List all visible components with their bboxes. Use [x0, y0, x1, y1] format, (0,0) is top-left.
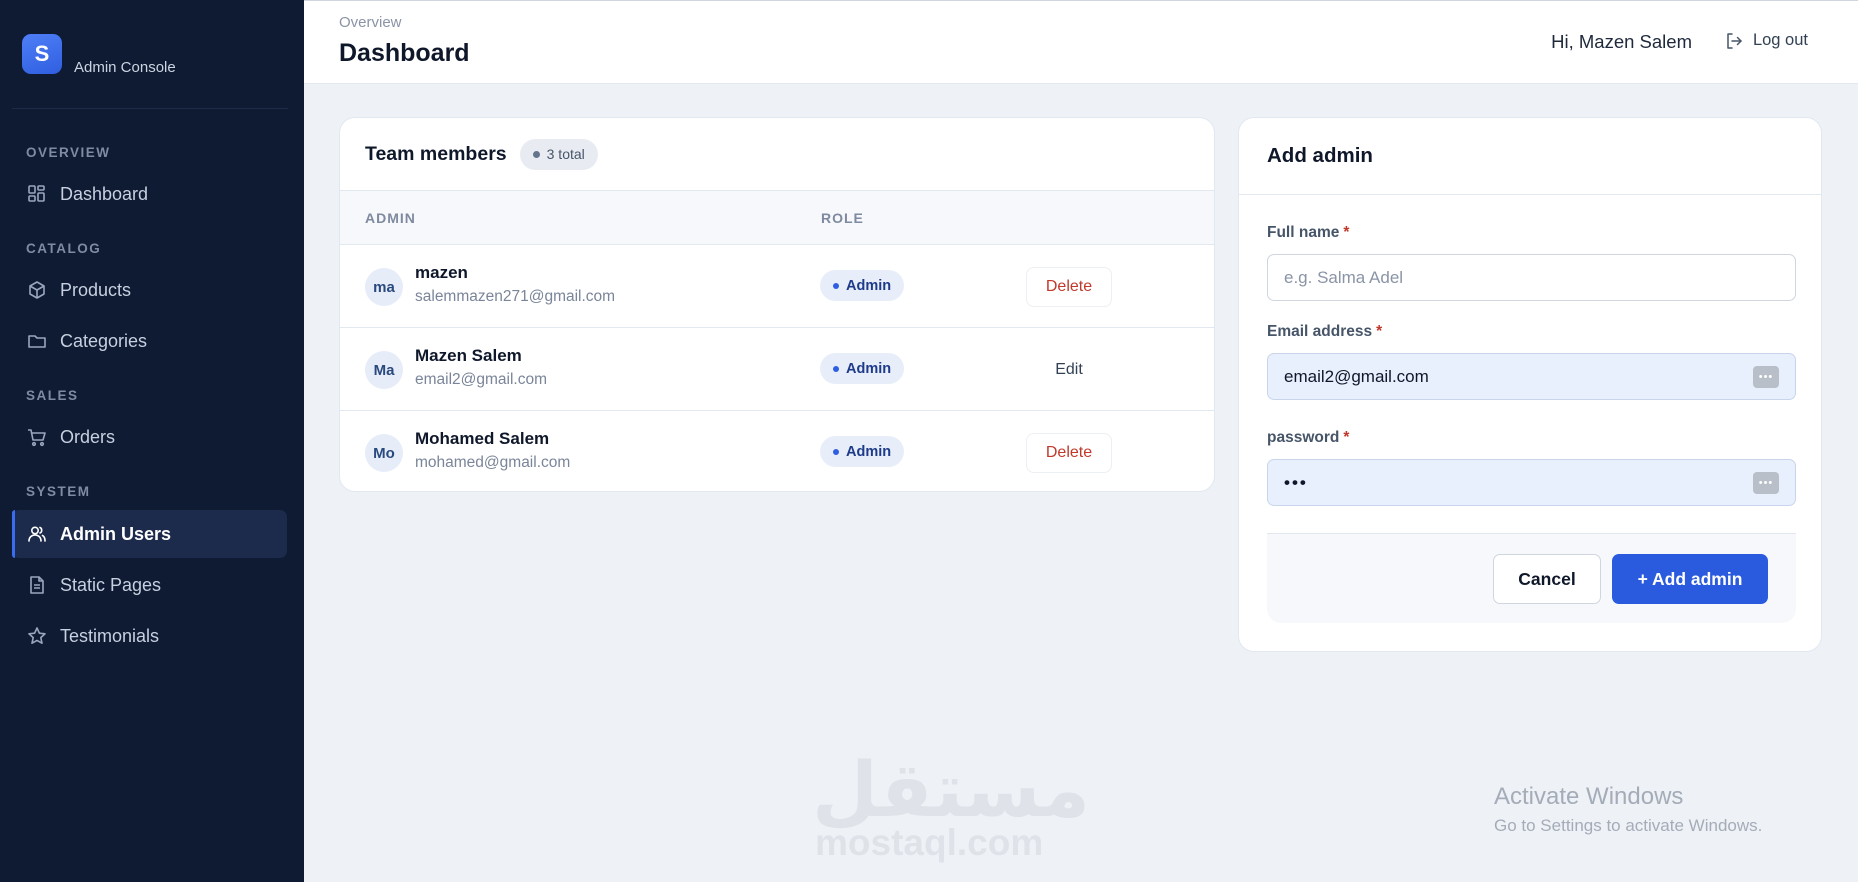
sidebar-item-static-pages[interactable]: Static Pages: [12, 561, 287, 609]
avatar: ma: [365, 268, 403, 306]
edit-button[interactable]: Edit: [1026, 350, 1112, 390]
role-dot-icon: [833, 448, 839, 455]
sidebar-item-label: Static Pages: [60, 574, 162, 595]
sidebar-item-categories[interactable]: Categories: [12, 317, 287, 365]
admin-email: salemmazen271@gmail.com: [415, 288, 616, 305]
full-name-label-text: Full name: [1267, 224, 1340, 241]
sidebar-item-products[interactable]: Products: [12, 266, 287, 314]
team-members-card: Team members 3 total ADMIN ROLE ma mazen…: [339, 117, 1215, 492]
avatar: Ma: [365, 351, 403, 389]
cancel-button[interactable]: Cancel: [1493, 554, 1601, 604]
column-header-role: ROLE: [821, 210, 864, 226]
add-admin-card: Add admin Full name * e.g. Salma Adel Ema…: [1238, 117, 1822, 652]
add-admin-button[interactable]: + Add admin: [1612, 554, 1768, 604]
sidebar: S Admin Console OVERVIEW Dashboard CATAL…: [0, 0, 304, 882]
page-title: Dashboard: [339, 39, 470, 67]
sidebar-item-label: Orders: [60, 426, 116, 447]
role-label: Admin: [846, 443, 892, 460]
admin-email: mohamed@gmail.com: [415, 454, 571, 471]
admin-email: email2@gmail.com: [415, 371, 548, 388]
required-marker: *: [1343, 429, 1350, 446]
nav-section-catalog: CATALOG: [26, 241, 102, 256]
role-badge: Admin: [820, 353, 905, 384]
role-label: Admin: [846, 360, 892, 377]
nav-section-overview: OVERVIEW: [26, 145, 111, 160]
top-bar: Overview Dashboard Hi, Mazen Salem Log o…: [304, 0, 1858, 84]
password-manager-icon[interactable]: •••: [1753, 366, 1779, 388]
admin-name: Mohamed Salem: [415, 429, 550, 448]
sidebar-item-label: Products: [60, 279, 132, 300]
folder-icon: [26, 330, 48, 352]
document-icon: [26, 574, 48, 596]
form-actions: Cancel + Add admin: [1267, 533, 1796, 623]
watermark-latin: mostaql.com: [815, 822, 1044, 863]
full-name-placeholder: e.g. Salma Adel: [1284, 267, 1404, 287]
email-label: Email address *: [1267, 323, 1382, 341]
total-count-badge: 3 total: [519, 138, 598, 170]
role-badge: Admin: [820, 436, 905, 467]
team-card-header: Team members 3 total: [340, 118, 1214, 191]
user-greeting: Hi, Mazen Salem: [1551, 31, 1692, 52]
role-badge: Admin: [820, 270, 905, 301]
avatar: Mo: [365, 434, 403, 472]
admin-name: Mazen Salem: [415, 346, 522, 365]
sidebar-item-label: Admin Users: [60, 523, 172, 544]
logout-icon: [1725, 32, 1743, 50]
logout-label: Log out: [1752, 31, 1808, 49]
grid-icon: [26, 183, 48, 205]
brand[interactable]: S Admin Console: [22, 34, 176, 76]
cart-icon: [26, 426, 48, 448]
users-icon: [26, 523, 48, 545]
full-name-label: Full name *: [1267, 224, 1349, 242]
delete-button[interactable]: Delete: [1026, 267, 1112, 307]
password-value: •••: [1284, 472, 1308, 492]
table-header: ADMIN ROLE: [340, 191, 1214, 245]
column-header-admin: ADMIN: [365, 210, 416, 226]
password-manager-icon[interactable]: •••: [1753, 472, 1779, 494]
email-value: email2@gmail.com: [1284, 366, 1429, 386]
activate-windows-title: Activate Windows: [1494, 783, 1684, 810]
badge-dot-icon: [532, 150, 540, 158]
sidebar-item-testimonials[interactable]: Testimonials: [12, 612, 287, 660]
sidebar-item-label: Testimonials: [60, 625, 160, 646]
role-dot-icon: [833, 282, 839, 289]
team-card-title: Team members: [365, 142, 507, 165]
table-row: Ma Mazen Salem email2@gmail.com Admin Ed…: [340, 328, 1214, 411]
sidebar-item-admin-users[interactable]: Admin Users: [12, 510, 287, 558]
nav-section-sales: SALES: [26, 388, 79, 403]
star-icon: [26, 625, 48, 647]
sidebar-item-label: Dashboard: [60, 183, 149, 204]
activate-windows-subtitle: Go to Settings to activate Windows.: [1494, 816, 1763, 835]
email-input[interactable]: email2@gmail.com •••: [1267, 353, 1796, 400]
sidebar-item-dashboard[interactable]: Dashboard: [12, 170, 287, 218]
password-label: password *: [1267, 429, 1349, 447]
nav-section-system: SYSTEM: [26, 484, 91, 499]
role-dot-icon: [833, 365, 839, 372]
sidebar-divider: [12, 108, 288, 109]
admin-name: mazen: [415, 263, 468, 282]
password-input[interactable]: ••• •••: [1267, 459, 1796, 506]
table-row: Mo Mohamed Salem mohamed@gmail.com Admin…: [340, 411, 1214, 491]
box-icon: [26, 279, 48, 301]
sidebar-item-orders[interactable]: Orders: [12, 413, 287, 461]
add-admin-title: Add admin: [1239, 118, 1821, 195]
password-label-text: password: [1267, 429, 1340, 446]
brand-subtitle: Admin Console: [74, 59, 176, 76]
required-marker: *: [1376, 323, 1383, 340]
breadcrumb[interactable]: Overview: [339, 14, 402, 31]
full-name-input[interactable]: e.g. Salma Adel: [1267, 254, 1796, 301]
delete-button[interactable]: Delete: [1026, 433, 1112, 473]
sidebar-item-label: Categories: [60, 330, 148, 351]
role-label: Admin: [846, 277, 892, 294]
email-label-text: Email address: [1267, 323, 1373, 340]
required-marker: *: [1343, 224, 1350, 241]
total-count-label: 3 total: [546, 146, 585, 162]
table-row: ma mazen salemmazen271@gmail.com Admin D…: [340, 245, 1214, 328]
brand-logo: S: [22, 34, 62, 74]
logout-button[interactable]: Log out: [1725, 31, 1808, 50]
watermark-arabic: مستقل: [812, 745, 1090, 834]
